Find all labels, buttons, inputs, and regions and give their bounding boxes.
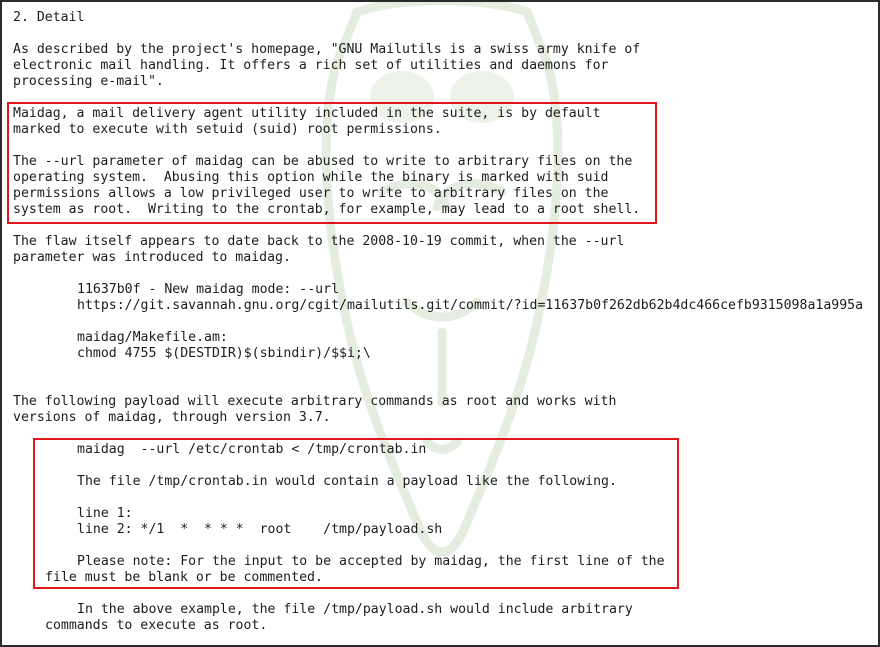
flaw-line: The flaw itself appears to date back to … [13,234,625,249]
highlight-box-suid [7,102,657,224]
intro-line: electronic mail handling. It offers a ri… [13,58,609,73]
flaw-line: parameter was introduced to maidag. [13,250,291,265]
commit-url[interactable]: https://git.savannah.gnu.org/cgit/mailut… [77,298,863,314]
intro-line: processing e-mail". [13,74,164,89]
commit-title: 11637b0f - New maidag mode: --url [77,282,340,297]
highlight-box-payload [33,438,679,589]
payload-intro-line: versions of maidag, through version 3.7. [13,410,331,425]
section-heading: 2. Detail [13,10,85,25]
makefile-command: chmod 4755 $(DESTDIR)$(sbindir)/$$i;\ [77,346,371,361]
makefile-path: maidag/Makefile.am: [77,330,228,345]
payload-intro-line: The following payload will execute arbit… [13,394,617,409]
closing-line: In the above example, the file /tmp/payl… [77,602,633,617]
intro-line: As described by the project's homepage, … [13,42,641,57]
document-frame: 2. Detail As described by the project's … [0,0,880,647]
closing-line: commands to execute as root. [45,618,268,633]
